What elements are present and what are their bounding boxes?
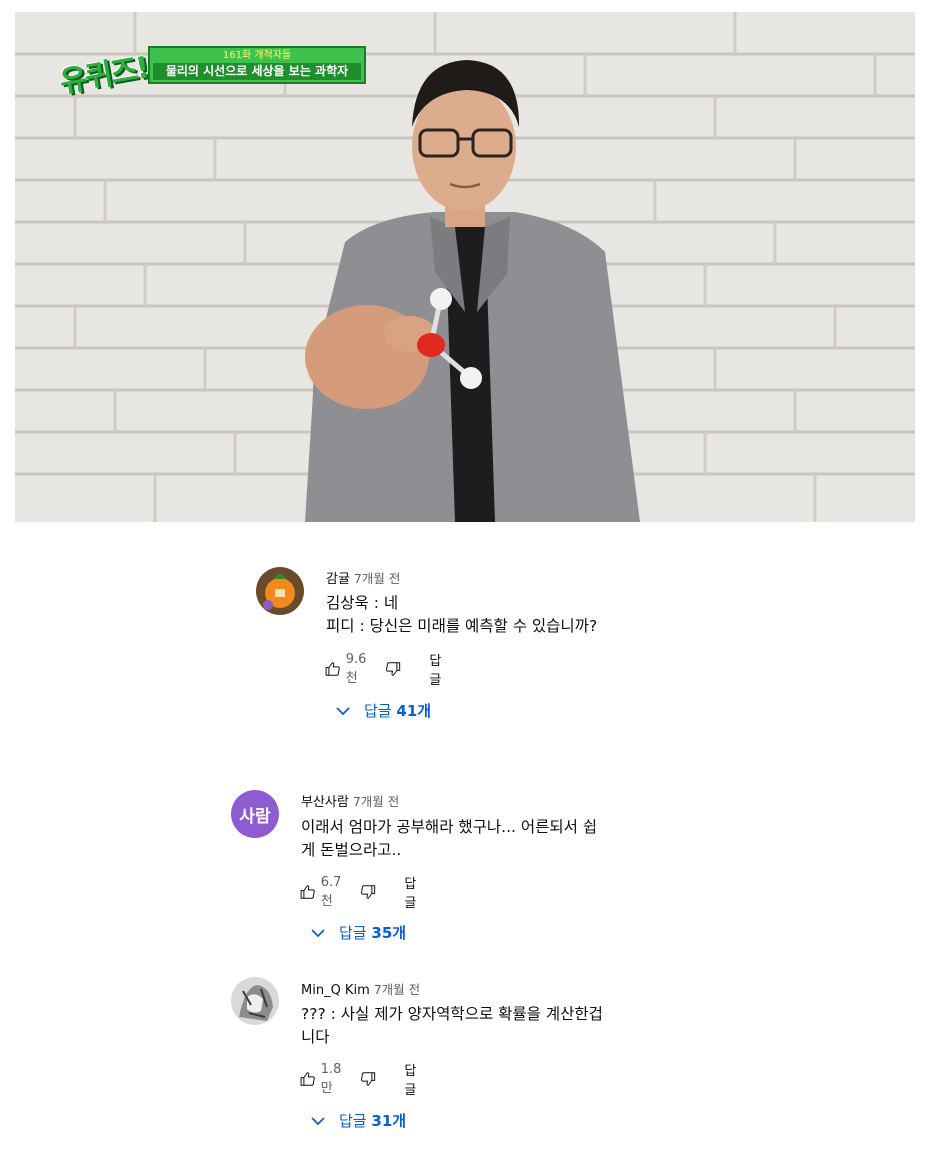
comment-line: 피디 : 당신은 미래를 예측할 수 있습니까? [326, 617, 598, 635]
view-replies-button[interactable]: 답글 31개 [309, 1110, 406, 1131]
view-replies-button[interactable]: 답글 35개 [309, 922, 406, 943]
comment-meta: 감귤 7개월 전 [326, 568, 400, 587]
replies-prefix: 답글 [364, 702, 392, 720]
view-replies-button[interactable]: 답글 41개 [334, 700, 431, 721]
caption-episode: 161화 개척자들 [222, 50, 292, 61]
reply-button[interactable]: 답글 [429, 650, 447, 688]
comment-actions: 6.7천 답글 [299, 875, 423, 911]
comment-line: 게 돈벌으라고.. [301, 841, 402, 859]
comment-line: 이래서 엄마가 공부해라 했구나... 어른되서 쉽 [301, 818, 598, 836]
caption-title: 물리의 시선으로 세상을 보는 과학자 [153, 63, 361, 80]
comment-line: 김상욱 : 네 [326, 594, 399, 612]
comment-author[interactable]: Min_Q Kim [301, 983, 370, 998]
chevron-down-icon [311, 928, 325, 937]
comment-author[interactable]: 부산사람 [301, 795, 349, 810]
thumbs-down-icon[interactable] [385, 658, 402, 680]
comment-meta: 부산사람 7개월 전 [301, 791, 399, 810]
reply-button[interactable]: 답글 [404, 1060, 422, 1098]
comment-time[interactable]: 7개월 전 [354, 571, 400, 586]
reply-button[interactable]: 답글 [404, 873, 422, 911]
comment-line: 니다 [301, 1028, 330, 1046]
like-count: 1.8만 [320, 1062, 342, 1096]
video-player[interactable]: 유퀴즈! 161화 개척자들 물리의 시선으로 세상을 보는 과학자 [15, 12, 915, 522]
chevron-down-icon [311, 1116, 325, 1125]
comment-text: 이래서 엄마가 공부해라 했구나... 어른되서 쉽 게 돈벌으라고.. [301, 816, 597, 862]
comment-actions: 9.6천 답글 [324, 652, 448, 688]
replies-count: 41개 [396, 702, 432, 720]
comment-meta: Min_Q Kim 7개월 전 [301, 979, 420, 998]
avatar[interactable]: 사람 [231, 790, 279, 838]
sketch-avatar-icon[interactable] [231, 977, 279, 1025]
thumbs-up-icon[interactable] [324, 658, 341, 680]
thumbs-up-icon[interactable] [299, 881, 316, 903]
video-frame-image [15, 12, 915, 522]
thumbs-down-icon[interactable] [360, 1068, 377, 1090]
comment-author[interactable]: 감귤 [326, 572, 350, 587]
comment-text: 김상욱 : 네 피디 : 당신은 미래를 예측할 수 있습니까? [326, 592, 597, 638]
tangerine-avatar-icon[interactable] [256, 567, 304, 615]
replies-prefix: 답글 [339, 1112, 367, 1130]
thumbs-up-icon[interactable] [299, 1068, 316, 1090]
replies-prefix: 답글 [339, 924, 367, 942]
replies-count: 31개 [371, 1112, 407, 1130]
chevron-down-icon [336, 706, 350, 715]
comment-text: ??? : 사실 제가 양자역학으로 확률을 계산한겁 니다 [301, 1003, 603, 1049]
comment-line: ??? : 사실 제가 양자역학으로 확률을 계산한겁 [301, 1005, 603, 1023]
video-caption: 161화 개척자들 물리의 시선으로 세상을 보는 과학자 [148, 46, 366, 84]
comment-actions: 1.8만 답글 [299, 1062, 423, 1098]
comment-time[interactable]: 7개월 전 [353, 794, 399, 809]
like-count: 6.7천 [320, 875, 342, 909]
comment-time[interactable]: 7개월 전 [374, 982, 420, 997]
replies-count: 35개 [371, 924, 407, 942]
like-count: 9.6천 [345, 652, 367, 686]
thumbs-down-icon[interactable] [360, 881, 377, 903]
